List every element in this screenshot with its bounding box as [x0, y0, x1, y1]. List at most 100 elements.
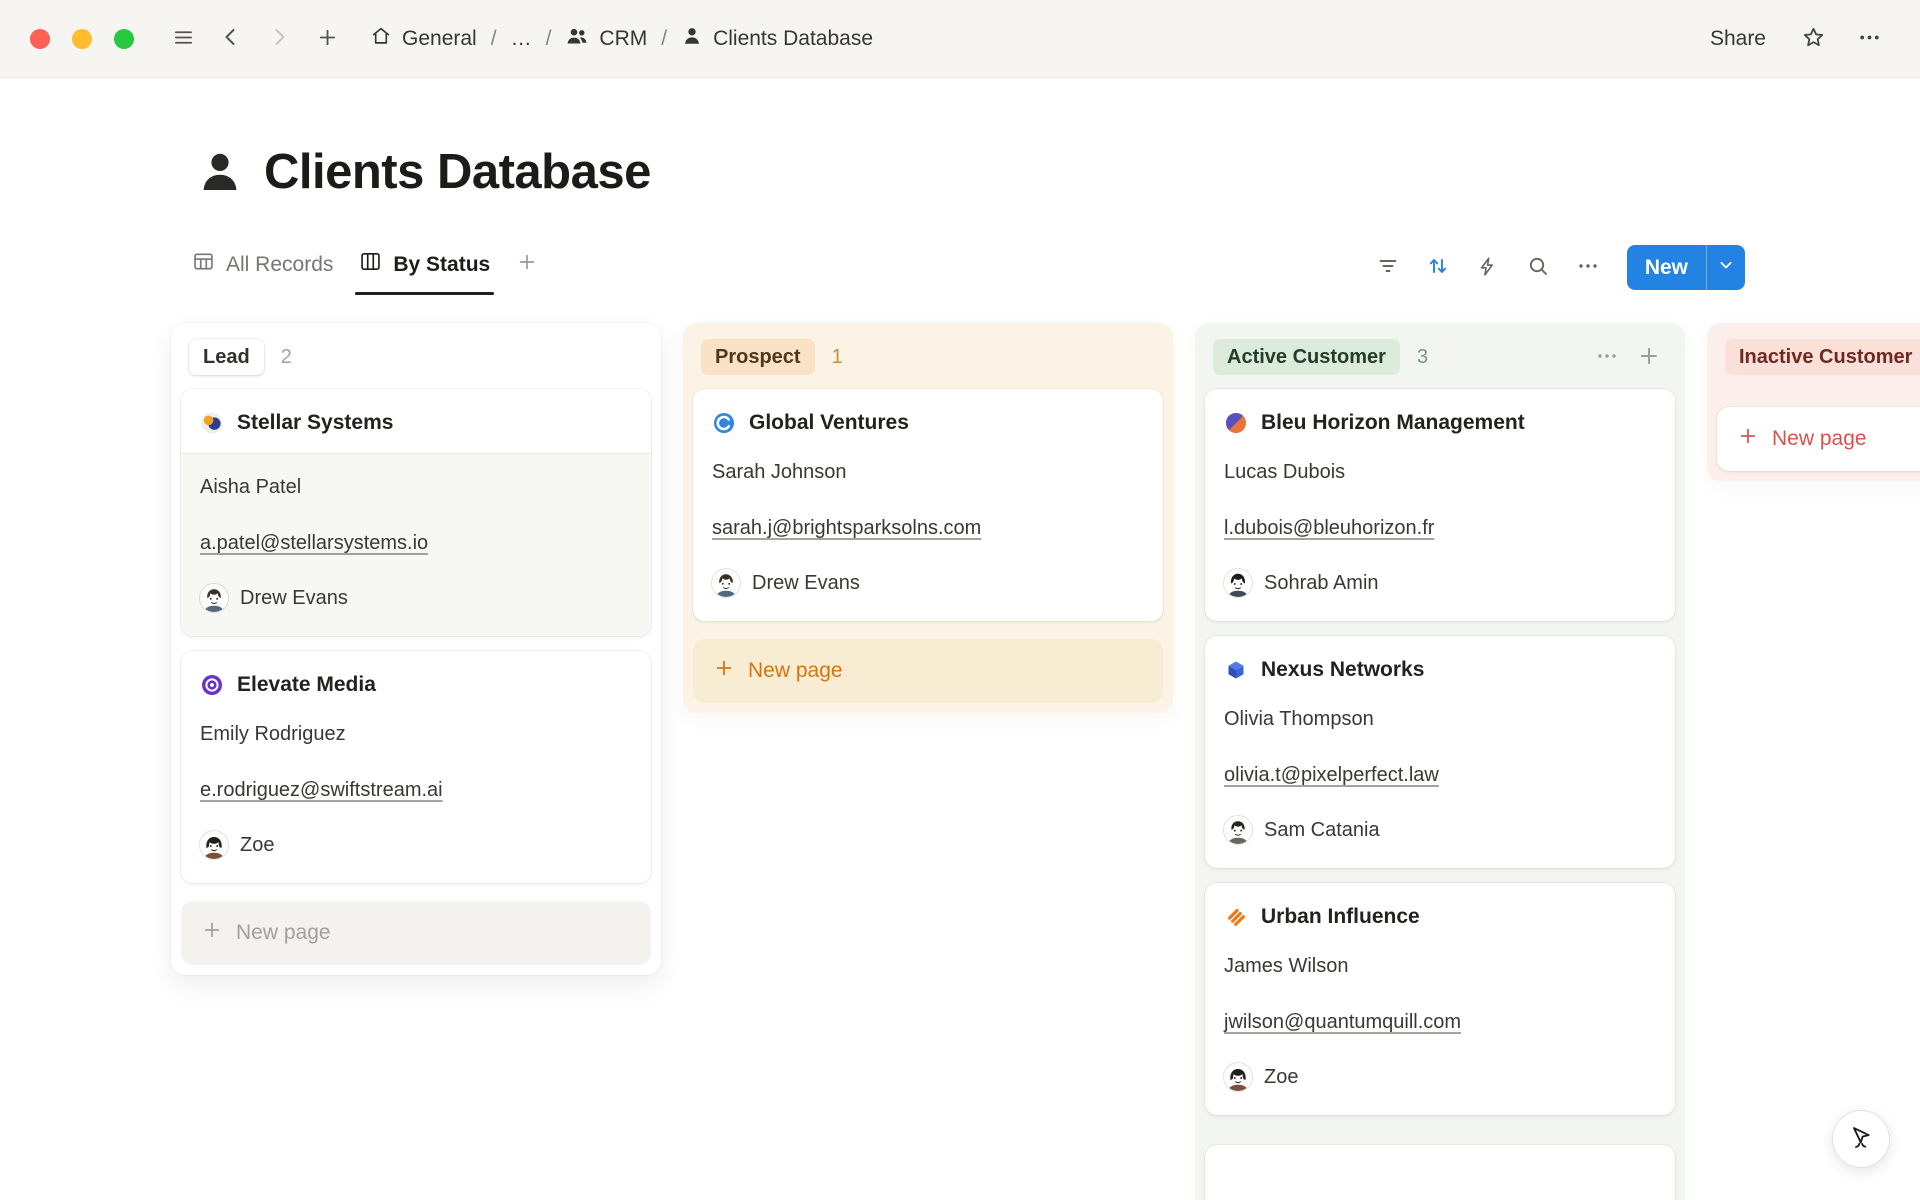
column-header-lead: Lead 2: [181, 333, 651, 389]
card-title-row: Global Ventures: [693, 389, 1163, 453]
status-chip-lead[interactable]: Lead: [189, 339, 264, 375]
status-chip-inactive-customer[interactable]: Inactive Customer: [1725, 339, 1920, 375]
new-page-button-prospect[interactable]: New page: [693, 639, 1163, 703]
new-record-label[interactable]: New: [1627, 245, 1706, 290]
contact-email: olivia.t@pixelperfect.law: [1224, 761, 1439, 789]
breadcrumb-item-crm[interactable]: CRM: [557, 18, 655, 60]
breadcrumb-item-general[interactable]: General: [362, 19, 485, 59]
tab-all-records[interactable]: All Records: [182, 240, 343, 295]
forward-button[interactable]: [258, 18, 300, 60]
plus-icon: [1637, 344, 1661, 371]
views-toolbar-row: All Records By Status New: [0, 240, 1920, 295]
filter-icon: [1376, 254, 1400, 281]
contact-email: jwilson@quantumquill.com: [1224, 1008, 1461, 1036]
add-view-button[interactable]: [506, 245, 548, 290]
status-chip-prospect[interactable]: Prospect: [701, 339, 815, 375]
avatar-zoe: [200, 831, 228, 859]
breadcrumb-item-clients-database[interactable]: Clients Database: [673, 19, 881, 59]
column-count-active-customer: 3: [1417, 346, 1428, 369]
minimize-window-button[interactable]: [72, 29, 92, 49]
ellipsis-icon: [1857, 25, 1882, 53]
lightning-icon: [1476, 255, 1499, 281]
new-record-button[interactable]: New: [1627, 245, 1745, 290]
breadcrumb: General / … / CRM / Clients Database: [362, 18, 881, 60]
new-record-dropdown-button[interactable]: [1707, 245, 1745, 290]
board-column-lead: Lead 2 Stellar Systems Aisha Patel a.pat…: [171, 323, 661, 975]
elevate-media-logo-icon: [200, 673, 224, 697]
table-icon: [192, 250, 215, 279]
close-window-button[interactable]: [30, 29, 50, 49]
new-page-button-lead[interactable]: New page: [181, 901, 651, 965]
owner-row: Drew Evans: [712, 569, 1144, 597]
board-column-prospect: Prospect 1 Global Ventures Sarah Johnson…: [683, 323, 1173, 713]
tab-by-status[interactable]: By Status: [349, 240, 500, 295]
card-partially-visible[interactable]: [1205, 1145, 1675, 1200]
star-icon: [1801, 25, 1826, 53]
avatar-drew-evans: [712, 569, 740, 597]
plus-icon: [1737, 425, 1759, 453]
chevron-down-icon: [1716, 255, 1736, 280]
card-urban-influence[interactable]: Urban Influence James Wilson jwilson@qua…: [1205, 883, 1675, 1115]
urban-influence-logo-icon: [1224, 905, 1248, 929]
kanban-board: Lead 2 Stellar Systems Aisha Patel a.pat…: [0, 323, 1920, 1200]
card-nexus-networks[interactable]: Nexus Networks Olivia Thompson olivia.t@…: [1205, 636, 1675, 868]
ellipsis-icon: [1595, 344, 1619, 371]
owner-name: Zoe: [240, 831, 274, 859]
ellipsis-icon: [1576, 254, 1600, 281]
owner-row: Sohrab Amin: [1224, 569, 1656, 597]
column-header-prospect: Prospect 1: [693, 333, 1163, 389]
view-more-button[interactable]: [1567, 247, 1609, 289]
back-button[interactable]: [210, 18, 252, 60]
column-add-card-button[interactable]: [1631, 339, 1667, 375]
plus-icon: [713, 657, 735, 685]
breadcrumb-separator: /: [489, 27, 499, 51]
company-name: Urban Influence: [1261, 903, 1420, 931]
avatar-sam-catania: [1224, 816, 1252, 844]
column-count-lead: 2: [281, 346, 292, 369]
window-titlebar: General / … / CRM / Clients Database Sha…: [0, 0, 1920, 78]
more-options-button[interactable]: [1848, 18, 1890, 60]
column-header-actions: [1589, 339, 1667, 375]
page-icon-person[interactable]: [196, 148, 244, 196]
filter-button[interactable]: [1367, 247, 1409, 289]
help-button[interactable]: [1832, 1110, 1890, 1168]
company-name: Bleu Horizon Management: [1261, 409, 1525, 437]
card-elevate-media[interactable]: Elevate Media Emily Rodriguez e.rodrigue…: [181, 651, 651, 883]
card-body: Lucas Dubois l.dubois@bleuhorizon.fr Soh…: [1205, 453, 1675, 621]
owner-name: Zoe: [1264, 1063, 1298, 1091]
sidebar-toggle-button[interactable]: [162, 18, 204, 60]
card-title-row: Elevate Media: [181, 651, 651, 715]
owner-row: Zoe: [1224, 1063, 1656, 1091]
favorite-button[interactable]: [1792, 18, 1834, 60]
page-title[interactable]: Clients Database: [264, 144, 651, 200]
card-title-row: Nexus Networks: [1205, 636, 1675, 700]
contact-email: a.patel@stellarsystems.io: [200, 529, 428, 557]
column-header-active-customer: Active Customer 3: [1205, 333, 1675, 389]
sort-button[interactable]: [1417, 247, 1459, 289]
status-chip-active-customer[interactable]: Active Customer: [1213, 339, 1400, 375]
column-count-prospect: 1: [832, 346, 843, 369]
zoom-window-button[interactable]: [114, 29, 134, 49]
card-title-row: Urban Influence: [1205, 883, 1675, 947]
breadcrumb-separator: /: [544, 27, 554, 51]
bleu-horizon-logo-icon: [1224, 411, 1248, 435]
share-button[interactable]: Share: [1698, 21, 1778, 57]
column-more-button[interactable]: [1589, 339, 1625, 375]
card-global-ventures[interactable]: Global Ventures Sarah Johnson sarah.j@br…: [693, 389, 1163, 621]
owner-name: Sam Catania: [1264, 816, 1380, 844]
card-body: Olivia Thompson olivia.t@pixelperfect.la…: [1205, 700, 1675, 868]
card-bleu-horizon-management[interactable]: Bleu Horizon Management Lucas Dubois l.d…: [1205, 389, 1675, 621]
card-list: Stellar Systems Aisha Patel a.patel@stel…: [181, 389, 651, 883]
search-button[interactable]: [1517, 247, 1559, 289]
automation-button[interactable]: [1467, 247, 1509, 289]
card-title-row: Stellar Systems: [181, 389, 651, 454]
card-body: James Wilson jwilson@quantumquill.com Zo…: [1205, 947, 1675, 1115]
card-stellar-systems[interactable]: Stellar Systems Aisha Patel a.patel@stel…: [181, 389, 651, 636]
contact-email: l.dubois@bleuhorizon.fr: [1224, 514, 1434, 542]
owner-row: Sam Catania: [1224, 816, 1656, 844]
new-tab-button[interactable]: [306, 18, 348, 60]
cursor-doodle-icon: [1847, 1124, 1875, 1155]
new-page-button-inactive[interactable]: New page: [1717, 407, 1920, 471]
breadcrumb-ellipsis[interactable]: …: [503, 21, 540, 57]
avatar-zoe: [1224, 1063, 1252, 1091]
